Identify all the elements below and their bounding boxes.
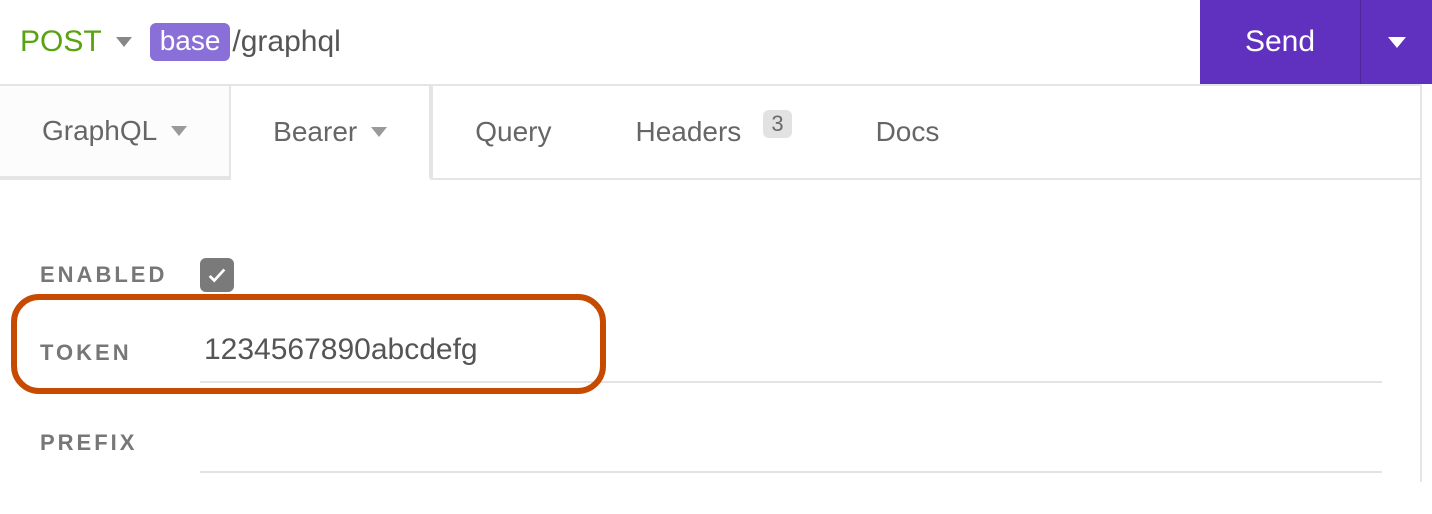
send-button[interactable]: Send	[1200, 0, 1360, 84]
prefix-input[interactable]	[200, 413, 1382, 473]
prefix-label: PREFIX	[40, 430, 200, 456]
request-bar: POST base /graphql Send	[0, 0, 1432, 84]
headers-count-badge: 3	[763, 110, 791, 138]
check-icon	[206, 264, 228, 286]
token-input[interactable]	[200, 323, 1382, 383]
tab-auth-label: Bearer	[273, 116, 357, 148]
enabled-checkbox[interactable]	[200, 258, 234, 292]
chevron-down-icon	[371, 127, 387, 137]
base-url-tag[interactable]: base	[150, 23, 231, 61]
method-label: POST	[20, 25, 102, 59]
chevron-down-icon	[1388, 37, 1406, 48]
row-enabled: ENABLED	[40, 236, 1382, 314]
tab-docs-label: Docs	[876, 116, 940, 148]
tab-headers[interactable]: Headers 3	[593, 86, 833, 178]
tab-docs[interactable]: Docs	[834, 86, 982, 178]
url-area: POST base /graphql	[0, 0, 1200, 84]
enabled-label: ENABLED	[40, 262, 200, 288]
row-prefix: PREFIX	[40, 404, 1382, 482]
tab-query[interactable]: Query	[431, 86, 593, 178]
tab-query-label: Query	[475, 116, 551, 148]
tab-body-label: GraphQL	[42, 115, 157, 147]
method-dropdown[interactable]: POST	[20, 25, 132, 59]
token-label: TOKEN	[40, 340, 200, 366]
tab-headers-label: Headers	[635, 116, 741, 148]
auth-form: ENABLED TOKEN PREFIX	[0, 180, 1420, 482]
chevron-down-icon	[116, 37, 132, 47]
row-token: TOKEN	[40, 314, 1382, 392]
tab-bar: GraphQL Bearer Query Headers 3 Docs	[0, 84, 1420, 180]
content-area: GraphQL Bearer Query Headers 3 Docs ENAB…	[0, 84, 1422, 482]
tab-body[interactable]: GraphQL	[0, 86, 231, 178]
url-path[interactable]: /graphql	[232, 25, 340, 59]
chevron-down-icon	[171, 126, 187, 136]
tab-auth[interactable]: Bearer	[231, 86, 431, 180]
send-group: Send	[1200, 0, 1432, 84]
send-dropdown-button[interactable]	[1360, 0, 1432, 84]
